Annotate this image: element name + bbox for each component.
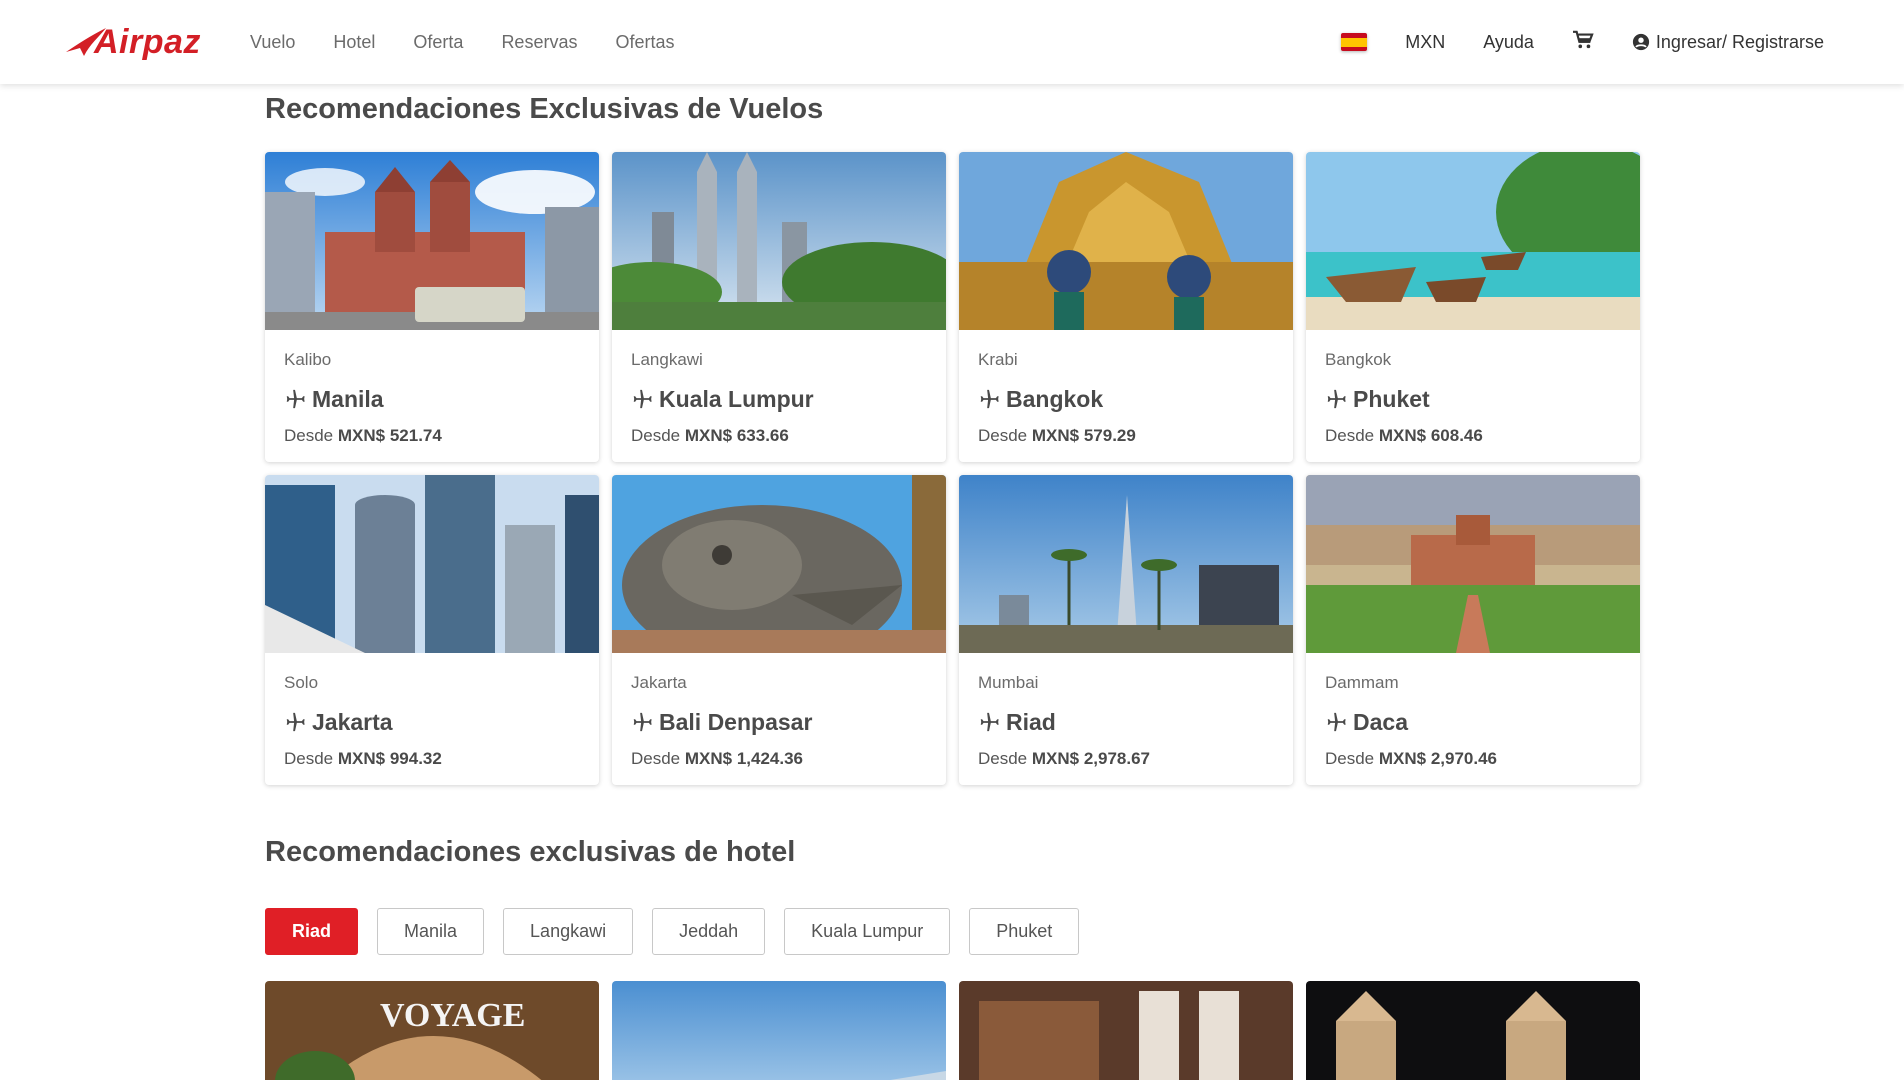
flight-card-daca[interactable]: Dammam Daca Desde MXN$ 2,970.46 <box>1306 475 1640 785</box>
flights-section-title: Recomendaciones Exclusivas de Vuelos <box>265 93 824 125</box>
airplane-icon <box>286 389 305 409</box>
hotel-cards-row: VOYAGE <box>265 981 1640 1080</box>
origin-city: Langkawi <box>631 350 703 369</box>
hotel-card-2[interactable] <box>612 981 946 1080</box>
price-prefix: Desde <box>631 749 681 768</box>
destination-city: Phuket <box>1353 385 1430 412</box>
airpaz-logo[interactable]: Airpaz <box>64 20 204 64</box>
airplane-icon <box>633 389 652 409</box>
origin-city: Jakarta <box>631 673 687 692</box>
flight-card-phuket[interactable]: Bangkok Phuket Desde MXN$ 608.46 <box>1306 152 1640 462</box>
kuala-lumpur-image <box>612 152 946 330</box>
tab-jeddah[interactable]: Jeddah <box>652 908 766 955</box>
price-value: MXN$ 608.46 <box>1378 426 1483 445</box>
help-link[interactable]: Ayuda <box>1483 32 1534 53</box>
price-value: MXN$ 2,970.46 <box>1378 749 1498 768</box>
price-value: MXN$ 1,424.36 <box>684 749 804 768</box>
airplane-icon <box>286 712 305 732</box>
origin-city: Mumbai <box>978 673 1039 692</box>
hotel-card-4[interactable] <box>1306 981 1640 1080</box>
flight-card-bali-denpasar[interactable]: Jakarta Bali Denpasar Desde MXN$ 1,424.3… <box>612 475 946 785</box>
phuket-image <box>1306 152 1640 330</box>
tab-manila[interactable]: Manila <box>377 908 485 955</box>
origin-city: Krabi <box>978 350 1018 369</box>
destination-city: Bali Denpasar <box>659 708 813 735</box>
tab-langkawi[interactable]: Langkawi <box>503 908 634 955</box>
bali-image <box>612 475 946 653</box>
price-value: MXN$ 579.29 <box>1031 426 1136 445</box>
price-prefix: Desde <box>978 426 1028 445</box>
hotels-section-title: Recomendaciones exclusivas de hotel <box>265 836 796 868</box>
hotel-city-tabs: Riad Manila Langkawi Jeddah Kuala Lumpur… <box>265 908 1080 955</box>
tab-kuala-lumpur[interactable]: Kuala Lumpur <box>784 908 951 955</box>
nav-ofertas[interactable]: Ofertas <box>615 32 674 53</box>
spain-flag-icon[interactable] <box>1341 33 1368 51</box>
destination-city: Jakarta <box>312 708 393 735</box>
header-actions: MXN Ayuda Ingresar/ Registrarse <box>1341 0 1824 84</box>
currency-selector[interactable]: MXN <box>1405 32 1445 53</box>
destination-city: Manila <box>312 385 384 412</box>
price-value: MXN$ 633.66 <box>684 426 789 445</box>
riad-image <box>959 475 1293 653</box>
cart-icon[interactable] <box>1572 30 1594 55</box>
price-prefix: Desde <box>631 426 681 445</box>
airplane-icon <box>980 389 999 409</box>
price-value: MXN$ 2,978.67 <box>1031 749 1151 768</box>
nav-hotel[interactable]: Hotel <box>333 32 375 53</box>
main-nav: Vuelo Hotel Oferta Reservas Ofertas <box>250 0 675 84</box>
price-value: MXN$ 521.74 <box>337 426 442 445</box>
hotel-card-voyage[interactable]: VOYAGE <box>265 981 599 1080</box>
login-button[interactable]: Ingresar/ Registrarse <box>1632 32 1824 53</box>
airplane-icon <box>1327 389 1346 409</box>
origin-city: Bangkok <box>1325 350 1392 369</box>
login-label: Ingresar/ Registrarse <box>1655 31 1824 52</box>
hotel-card-3[interactable] <box>959 981 1293 1080</box>
bangkok-image <box>959 152 1293 330</box>
price-prefix: Desde <box>1325 749 1375 768</box>
top-navbar: Airpaz Vuelo Hotel Oferta Reservas Ofert… <box>0 0 1904 84</box>
flight-card-kuala-lumpur[interactable]: Langkawi Kuala Lumpur Desde MXN$ 633.66 <box>612 152 946 462</box>
destination-city: Kuala Lumpur <box>659 385 814 412</box>
airplane-icon <box>980 712 999 732</box>
daca-image <box>1306 475 1640 653</box>
flight-card-bangkok[interactable]: Krabi Bangkok Desde MXN$ 579.29 <box>959 152 1293 462</box>
flight-card-manila[interactable]: Kalibo Manila Desde MXN$ 521.74 <box>265 152 599 462</box>
user-icon <box>1632 33 1650 51</box>
origin-city: Solo <box>284 673 319 692</box>
tab-riad[interactable]: Riad <box>265 908 359 955</box>
price-prefix: Desde <box>1325 426 1375 445</box>
voyage-sign: VOYAGE <box>380 997 525 1034</box>
nav-vuelo[interactable]: Vuelo <box>250 32 295 53</box>
destination-city: Daca <box>1353 708 1408 735</box>
origin-city: Kalibo <box>284 350 332 369</box>
price-prefix: Desde <box>978 749 1028 768</box>
nav-reservas[interactable]: Reservas <box>501 32 577 53</box>
manila-image <box>265 152 599 330</box>
price-prefix: Desde <box>284 749 334 768</box>
destination-city: Bangkok <box>1006 385 1104 412</box>
tab-phuket[interactable]: Phuket <box>969 908 1080 955</box>
nav-oferta[interactable]: Oferta <box>413 32 463 53</box>
logo-text: Airpaz <box>94 23 201 61</box>
flight-card-riad[interactable]: Mumbai Riad Desde MXN$ 2,978.67 <box>959 475 1293 785</box>
airplane-icon <box>633 712 652 732</box>
airplane-icon <box>1327 712 1346 732</box>
destination-city: Riad <box>1006 708 1056 735</box>
jakarta-image <box>265 475 599 653</box>
price-value: MXN$ 994.32 <box>337 749 442 768</box>
flight-card-jakarta[interactable]: Solo Jakarta Desde MXN$ 994.32 <box>265 475 599 785</box>
flight-cards-grid: Kalibo Manila Desde MXN$ 521.74 Langkawi… <box>265 152 1641 785</box>
origin-city: Dammam <box>1325 673 1399 692</box>
price-prefix: Desde <box>284 426 334 445</box>
